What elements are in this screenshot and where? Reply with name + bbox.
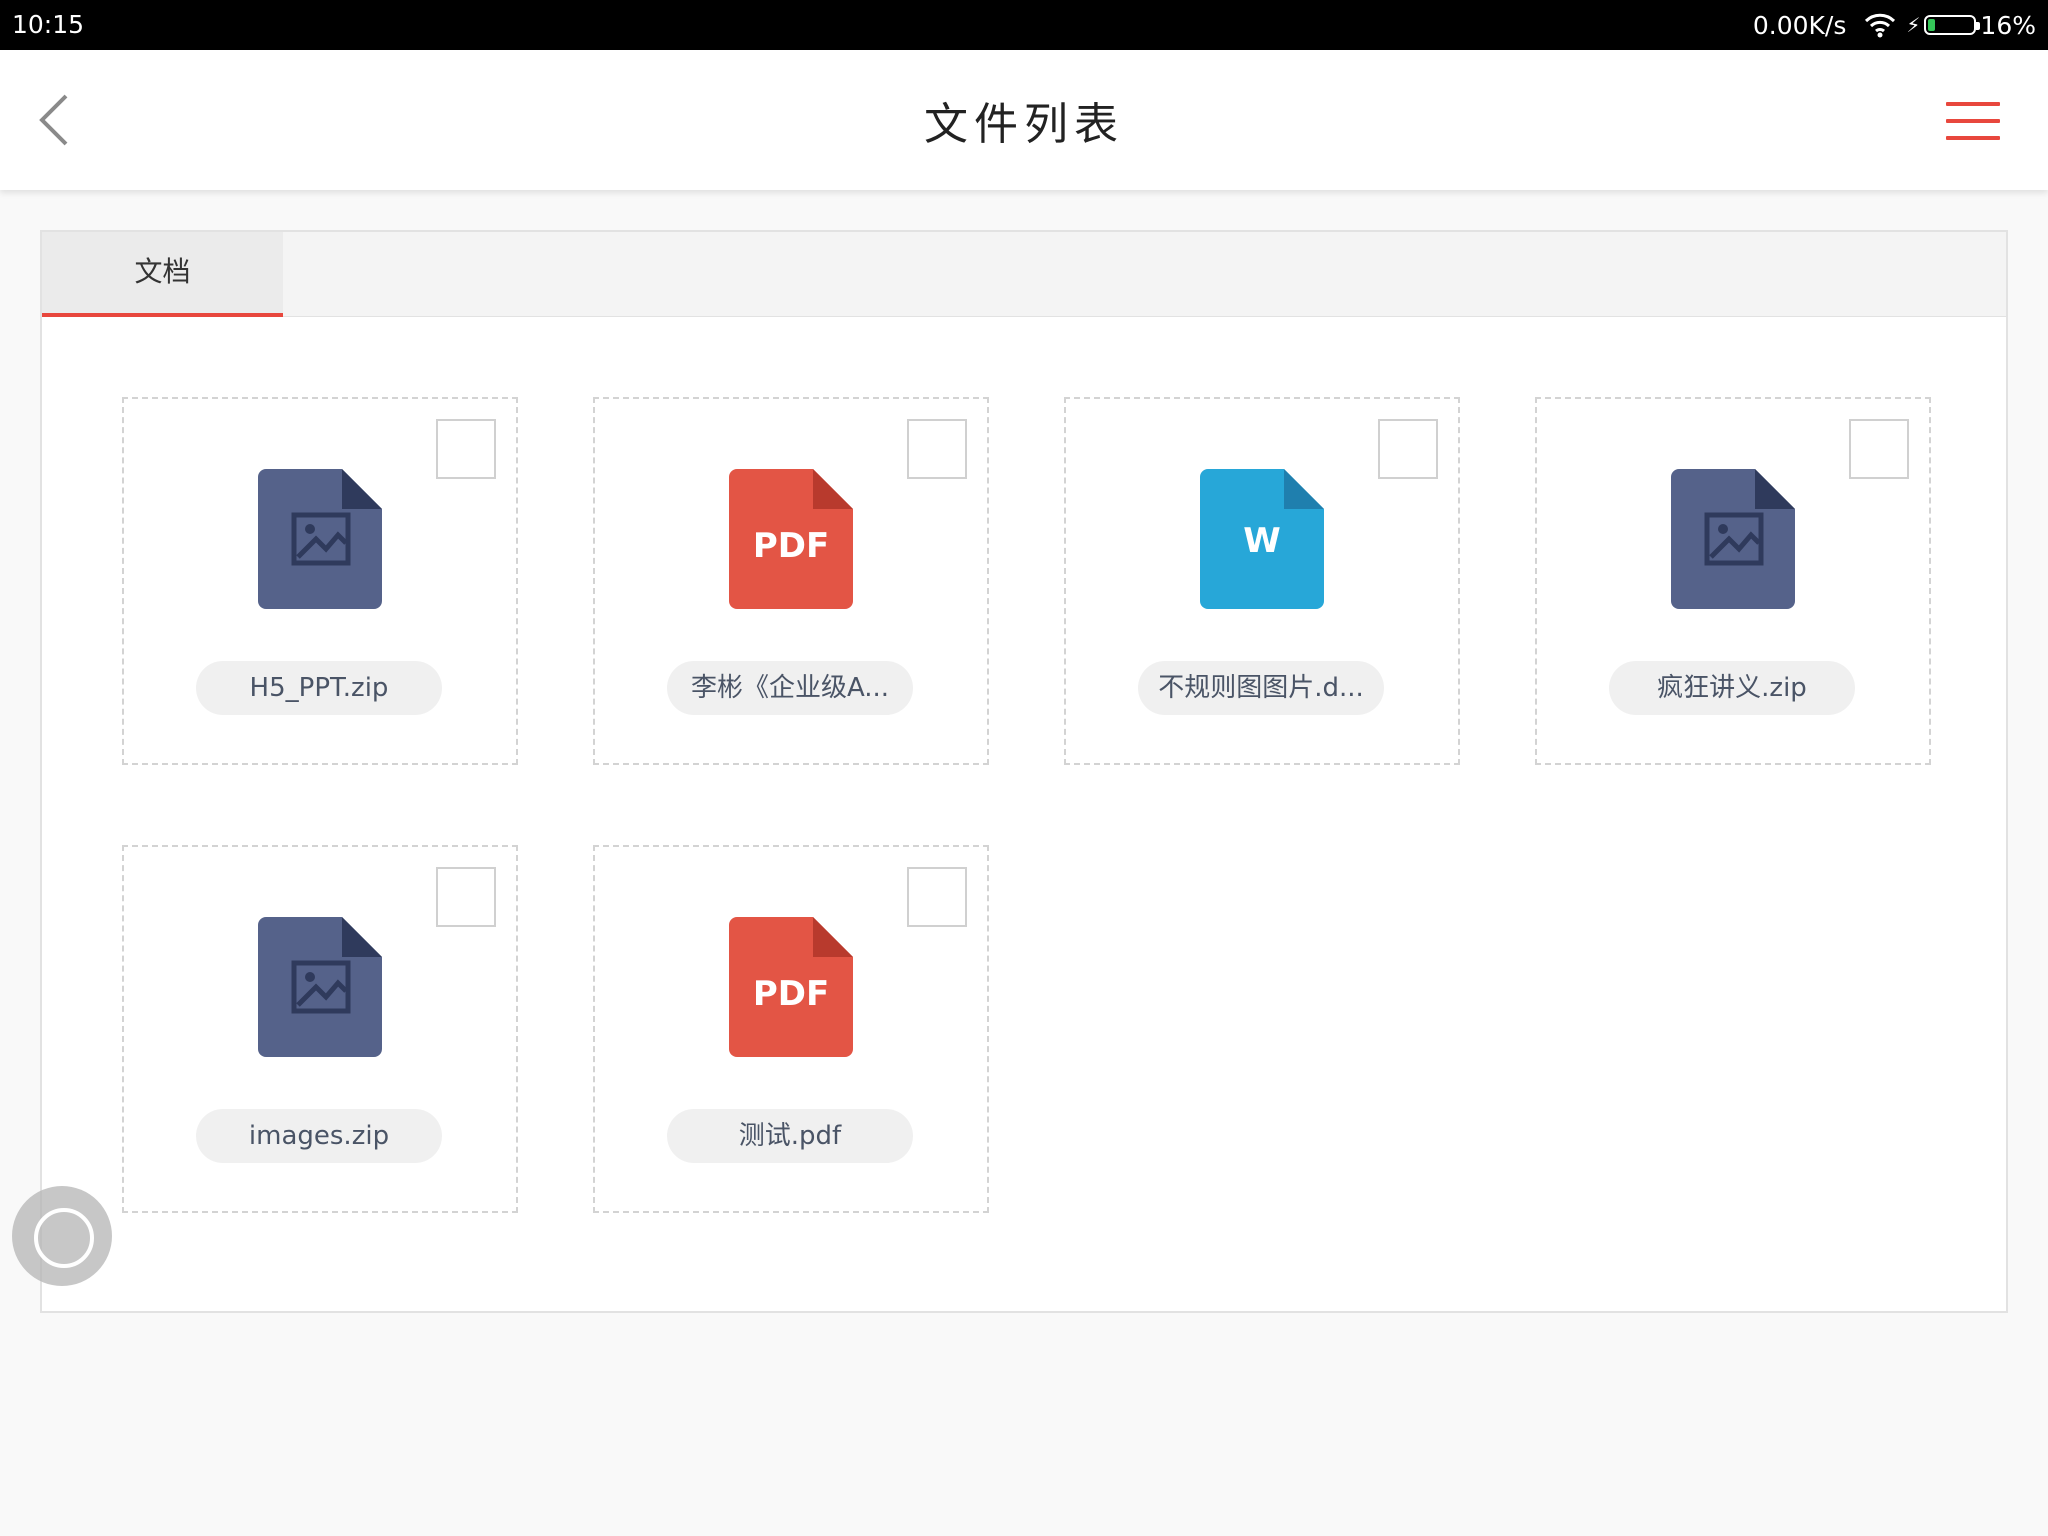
image-file-icon bbox=[258, 917, 382, 1057]
file-name-label: 疯狂讲义.zip bbox=[1609, 661, 1855, 715]
pdf-file-icon: PDF bbox=[729, 917, 853, 1057]
hamburger-menu-icon bbox=[1946, 102, 2000, 106]
svg-text:PDF: PDF bbox=[753, 526, 829, 566]
file-card[interactable]: images.zip bbox=[122, 845, 518, 1213]
image-file-icon bbox=[258, 469, 382, 609]
tab-documents[interactable]: 文档 bbox=[42, 232, 283, 317]
battery-indicator: ⚡ 16% bbox=[1906, 11, 2036, 40]
page-title: 文件列表 bbox=[924, 99, 1124, 150]
file-checkbox[interactable] bbox=[1378, 419, 1438, 479]
file-checkbox[interactable] bbox=[436, 419, 496, 479]
file-checkbox[interactable] bbox=[1849, 419, 1909, 479]
file-card[interactable]: H5_PPT.zip bbox=[122, 397, 518, 765]
network-speed: 0.00K/s bbox=[1752, 10, 1847, 40]
wifi-icon bbox=[1864, 12, 1896, 38]
file-card[interactable]: W 不规则图图片.d... bbox=[1064, 397, 1460, 765]
status-bar: 10:15 0.00K/s ⚡ 16% bbox=[0, 0, 2048, 50]
file-name-label: 测试.pdf bbox=[667, 1109, 913, 1163]
file-checkbox[interactable] bbox=[907, 419, 967, 479]
pdf-file-icon: PDF bbox=[729, 469, 853, 609]
status-right: 0.00K/s ⚡ 16% bbox=[1753, 0, 2036, 50]
file-card[interactable]: PDF 李彬《企业级A... bbox=[593, 397, 989, 765]
menu-button[interactable] bbox=[1946, 102, 2000, 142]
battery-icon bbox=[1924, 15, 1981, 35]
file-name-label: H5_PPT.zip bbox=[196, 661, 442, 715]
file-name-label: 李彬《企业级A... bbox=[667, 661, 913, 715]
svg-text:W: W bbox=[1243, 521, 1281, 561]
file-panel: 文档 H5_PPT.zip PDF 李彬《企业级A... W 不规则图图片.d.… bbox=[40, 230, 2008, 1313]
charging-icon: ⚡ bbox=[1906, 13, 1921, 37]
file-card[interactable]: PDF 测试.pdf bbox=[593, 845, 989, 1213]
image-file-icon bbox=[1671, 469, 1795, 609]
file-name-label: 不规则图图片.d... bbox=[1138, 661, 1384, 715]
tab-bar: 文档 bbox=[42, 232, 2006, 317]
file-name-label: images.zip bbox=[196, 1109, 442, 1163]
file-card[interactable]: 疯狂讲义.zip bbox=[1535, 397, 1931, 765]
file-checkbox[interactable] bbox=[436, 867, 496, 927]
word-file-icon: W bbox=[1200, 469, 1324, 609]
svg-text:PDF: PDF bbox=[753, 974, 829, 1014]
assistive-touch-button[interactable] bbox=[12, 1186, 112, 1286]
status-time: 10:15 bbox=[12, 10, 85, 39]
file-checkbox[interactable] bbox=[907, 867, 967, 927]
battery-percent: 16% bbox=[1980, 10, 2036, 40]
app-header: 文件列表 bbox=[0, 50, 2048, 190]
